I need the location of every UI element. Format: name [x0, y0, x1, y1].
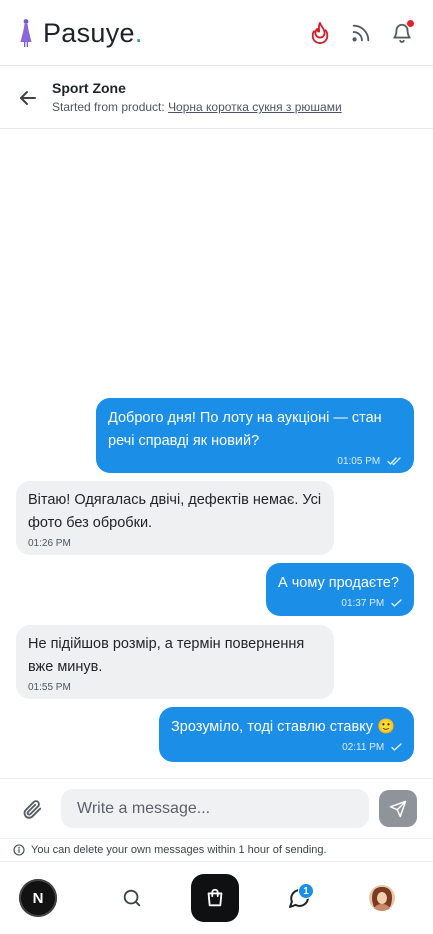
notification-dot	[407, 20, 414, 27]
message-time: 01:55 PM	[28, 682, 71, 693]
nav-account[interactable]: N	[14, 874, 62, 922]
send-icon	[389, 800, 407, 817]
brand-name: Pasuye	[43, 18, 135, 48]
message-text: А чому продаєте?	[278, 575, 399, 591]
flame-icon	[311, 22, 329, 44]
message-text: Вітаю! Одягалась двічі, дефектів немає. …	[28, 492, 322, 531]
cart-button	[191, 874, 239, 922]
message-outgoing[interactable]: А чому продаєте? 01:37 PM	[266, 563, 414, 616]
feed-button[interactable]	[348, 20, 374, 46]
hot-button[interactable]	[307, 20, 333, 46]
delete-hint: You can delete your own messages within …	[0, 838, 433, 862]
shopping-bag-icon	[207, 888, 223, 907]
nav-profile[interactable]	[358, 874, 406, 922]
message-time: 01:37 PM	[341, 598, 385, 609]
message-text: Не підійшов розмір, а термін повернення …	[28, 636, 305, 675]
rss-icon	[352, 24, 370, 42]
subtitle-prefix: Started from product:	[52, 100, 165, 114]
info-icon	[13, 844, 25, 856]
bottom-nav: N 1	[0, 862, 433, 934]
message-meta: 01:37 PM	[278, 597, 402, 611]
check-icon	[391, 743, 402, 751]
paperclip-icon[interactable]	[21, 798, 43, 820]
message-incoming[interactable]: Вітаю! Одягалась двічі, дефектів немає. …	[16, 481, 334, 555]
message-meta: 02:11 PM	[171, 741, 402, 755]
check-icon	[391, 599, 402, 607]
message-outgoing[interactable]: Доброго дня! По лоту на аукціоні — стан …	[96, 398, 414, 473]
search-icon	[123, 889, 141, 907]
chat-subtitle: Started from product: Чорна коротка сукн…	[52, 100, 342, 114]
message-list[interactable]: Доброго дня! По лоту на аукціоні — стан …	[0, 129, 433, 778]
nav-cart[interactable]	[191, 874, 239, 922]
message-text: Зрозуміло, тоді ставлю ставку 🙂	[171, 719, 396, 735]
nav-search[interactable]	[108, 874, 156, 922]
double-check-icon	[387, 457, 401, 466]
message-time: 01:26 PM	[28, 538, 71, 549]
back-arrow-icon[interactable]	[16, 86, 40, 110]
chat-title: Sport Zone	[52, 80, 126, 96]
message-time: 02:11 PM	[342, 742, 385, 753]
nav-messages[interactable]: 1	[275, 874, 323, 922]
message-meta: 01:05 PM	[108, 455, 402, 469]
hint-text: You can delete your own messages within …	[31, 844, 327, 856]
notifications-button[interactable]	[389, 20, 415, 46]
woman-silhouette-icon	[20, 19, 32, 47]
message-time: 01:05 PM	[337, 456, 381, 467]
product-link[interactable]: Чорна коротка сукня з рюшами	[168, 100, 342, 114]
message-text: Доброго дня! По лоту на аукціоні — стан …	[108, 410, 382, 449]
message-outgoing[interactable]: Зрозуміло, тоді ставлю ставку 🙂 02:11 PM	[159, 707, 414, 762]
message-input[interactable]	[61, 789, 369, 828]
messages-badge: 1	[298, 883, 314, 899]
send-button[interactable]	[379, 790, 417, 827]
profile-avatar	[369, 885, 395, 911]
message-incoming[interactable]: Не підійшов розмір, а термін повернення …	[16, 625, 334, 699]
avatar: N	[19, 879, 57, 917]
chat-header: Sport Zone Started from product: Чорна к…	[0, 66, 433, 129]
brand-dot: .	[134, 18, 143, 48]
message-composer	[0, 778, 433, 838]
brand-logo-link[interactable]: Pasuye.	[18, 18, 142, 48]
top-bar: Pasuye.	[0, 0, 433, 66]
